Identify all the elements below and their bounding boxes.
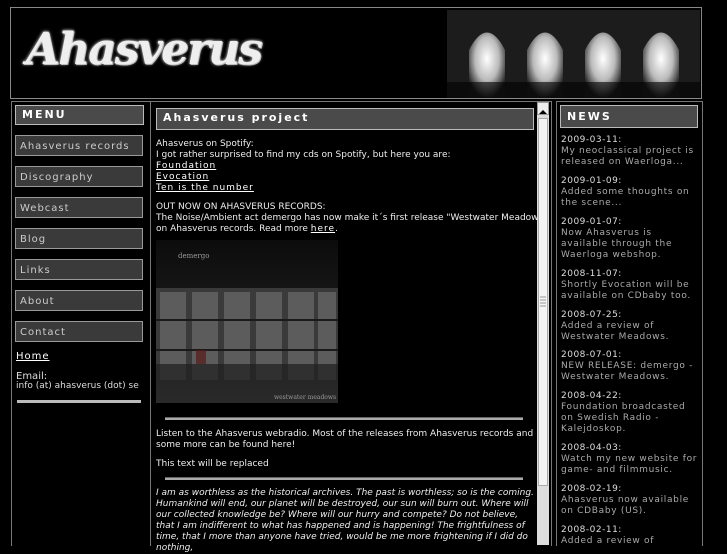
menu-item-webcast[interactable]: Webcast	[15, 197, 143, 218]
spotify-intro: I got rather surprised to find my cds on…	[156, 150, 451, 160]
menu-divider	[17, 400, 141, 403]
menu-item-discography[interactable]: Discography	[15, 166, 143, 187]
news-date: 2008-02-11:	[561, 525, 622, 535]
email-address: info (at) ahasverus (dot) se	[16, 381, 139, 391]
news-date: 2009-01-07:	[561, 217, 622, 227]
content-divider	[165, 417, 523, 420]
player-placeholder: This text will be replaced	[156, 459, 269, 469]
news-item[interactable]: Now Ahasverus is available through the W…	[561, 228, 701, 261]
home-link[interactable]: Home	[16, 351, 50, 362]
news-date: 2009-01-09:	[561, 176, 622, 186]
arches-image	[447, 10, 700, 98]
link-ten-is-the-number[interactable]: Ten is the number	[156, 183, 254, 193]
read-more-link[interactable]: here	[311, 224, 335, 234]
news-item[interactable]: Watch my new website for game- and filmm…	[561, 454, 701, 476]
link-evocation[interactable]: Evocation	[156, 172, 209, 182]
menu-item-ahasverus-records[interactable]: Ahasverus records	[15, 135, 143, 156]
scroll-up-button[interactable]	[537, 102, 549, 115]
content-title: Ahasverus project	[156, 108, 534, 130]
arrow-up-icon	[539, 110, 547, 114]
link-foundation[interactable]: Foundation	[156, 161, 216, 171]
news-item[interactable]: NEW RELEASE: demergo - Westwater Meadows…	[561, 361, 701, 383]
webradio-text: Listen to the Ahasverus webradio. Most o…	[156, 429, 534, 439]
news-title: NEWS	[560, 105, 698, 128]
news-date: 2008-02-19:	[561, 484, 622, 494]
release-text-2: on Ahasverus records. Read more	[156, 224, 308, 234]
menu-item-blog[interactable]: Blog	[15, 228, 143, 249]
logo-text: Ahasverus	[26, 24, 263, 75]
demergo-cover: demergo westwater meadows	[156, 240, 338, 403]
news-date: 2008-04-22:	[561, 391, 622, 401]
cover-label-bottom: westwater meadows	[274, 394, 336, 401]
news-item[interactable]: Added a review of Westwater Meadows.	[561, 321, 701, 343]
scroll-thumb[interactable]	[538, 118, 548, 486]
news-date: 2009-03-11:	[561, 135, 622, 145]
news-item[interactable]: Added a review of	[561, 536, 701, 547]
news-date: 2008-07-01:	[561, 350, 622, 360]
cover-label-top: demergo	[178, 252, 209, 260]
release-text: The Noise/Ambient act demergo has now ma…	[156, 213, 548, 223]
news-item[interactable]: Ahasverus now available on CDBaby (US).	[561, 495, 701, 517]
menu-item-about[interactable]: About	[15, 290, 143, 311]
menu-title: MENU	[15, 105, 144, 125]
album-cover-image[interactable]: demergo westwater meadows	[156, 240, 338, 403]
menu-item-contact[interactable]: Contact	[15, 321, 143, 342]
menu-item-links[interactable]: Links	[15, 259, 143, 280]
site-logo[interactable]: Ahasverus	[22, 10, 263, 88]
news-item[interactable]: Foundation broadcasted on Swedish Radio …	[561, 402, 701, 435]
release-text-period: .	[335, 224, 338, 234]
news-item[interactable]: Added some thoughts on the scene...	[561, 187, 701, 209]
grip-icon	[540, 296, 546, 307]
news-item[interactable]: My neoclassical project is released on W…	[561, 146, 701, 168]
header-banner-image	[447, 10, 700, 98]
news-date: 2008-07-25:	[561, 310, 622, 320]
quote-text: I am as worthless as the historical arch…	[156, 488, 534, 553]
news-item[interactable]: Shortly Evocation will be available on C…	[561, 280, 701, 302]
content-divider-2	[165, 477, 523, 480]
release-heading: OUT NOW ON AHASVERUS RECORDS:	[156, 202, 326, 212]
spotify-heading: Ahasverus on Spotify:	[156, 139, 254, 149]
news-date: 2008-11-07:	[561, 269, 622, 279]
webradio-text-2: some more can be found here!	[156, 440, 296, 450]
news-date: 2008-04-03:	[561, 443, 622, 453]
